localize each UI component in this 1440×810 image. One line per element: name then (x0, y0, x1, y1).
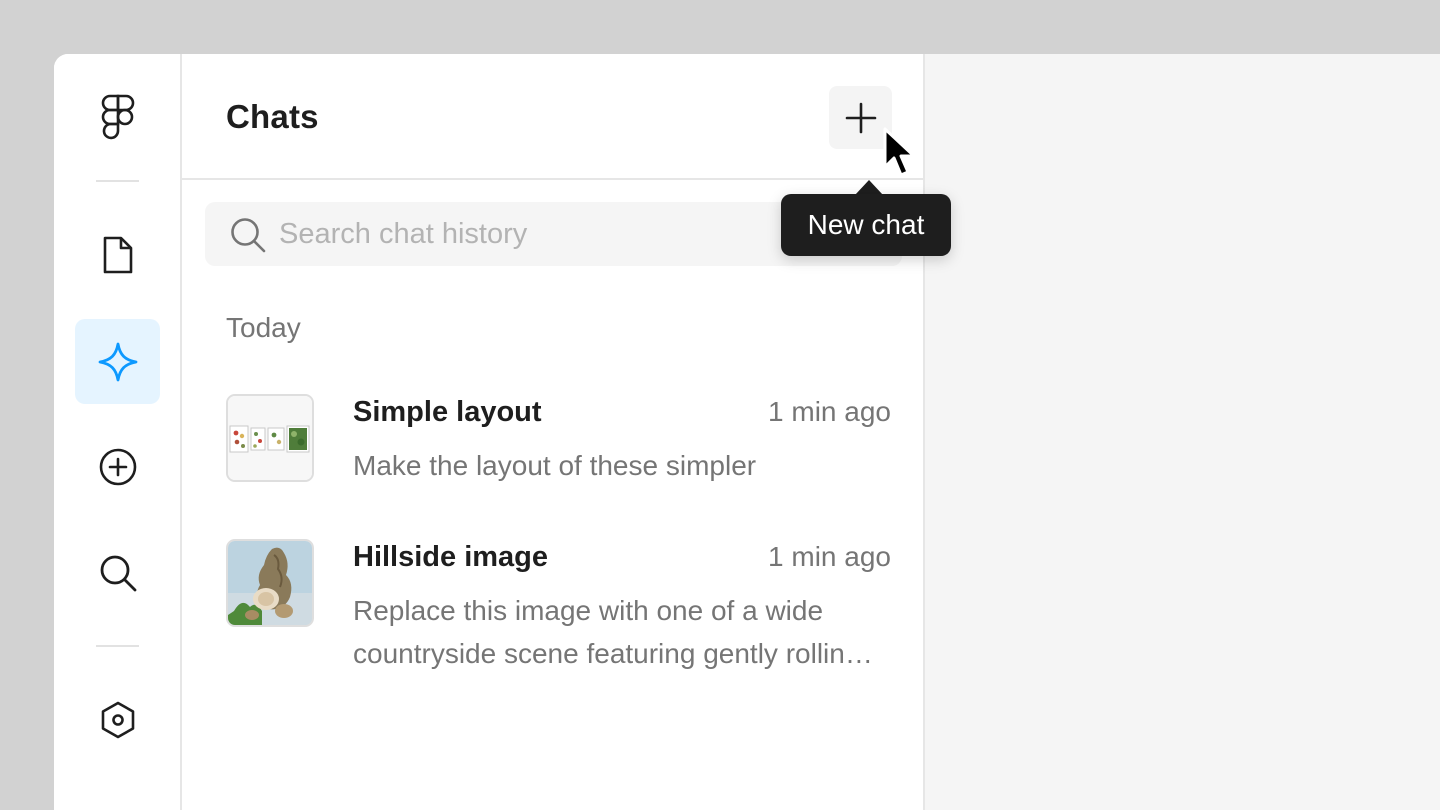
layout-thumbnail (226, 394, 314, 482)
section-label-today: Today (226, 312, 301, 343)
chat-timestamp: 1 min ago (768, 396, 891, 427)
plus-icon (845, 102, 876, 133)
files-button[interactable] (75, 212, 160, 297)
chat-preview: Make the layout of these simpler (353, 450, 757, 481)
image-thumbnail (226, 539, 314, 627)
create-button[interactable] (75, 424, 160, 509)
sparkle-icon (98, 342, 137, 381)
chats-panel: Chats Today (182, 54, 925, 810)
panel-header: Chats (182, 54, 923, 180)
chat-list-item[interactable]: Simple layout 1 min ago Make the layout … (226, 394, 891, 486)
search-icon (100, 555, 136, 591)
figma-logo-icon (101, 94, 134, 139)
figma-logo-button[interactable] (75, 74, 160, 159)
search-input[interactable] (279, 202, 779, 266)
ai-chat-button[interactable] (75, 319, 160, 404)
chat-list-item[interactable]: Hillside image 1 min ago Replace this im… (226, 539, 891, 679)
tooltip-arrow (855, 180, 883, 195)
file-icon (103, 236, 132, 273)
chat-timestamp: 1 min ago (768, 541, 891, 572)
canvas-area[interactable] (925, 54, 1440, 810)
settings-button[interactable] (75, 677, 160, 762)
new-chat-tooltip: New chat (781, 194, 951, 256)
settings-hexagon-icon (101, 701, 134, 738)
mouse-cursor-icon (883, 127, 916, 177)
add-circle-icon (99, 448, 136, 485)
chat-title: Simple layout (353, 396, 542, 428)
search-icon (229, 216, 267, 254)
search-button[interactable] (75, 530, 160, 615)
rail-divider (96, 645, 139, 647)
chat-preview: Replace this image with one of a wide co… (353, 589, 888, 675)
chat-title: Hillside image (353, 541, 549, 573)
page-title: Chats (226, 98, 319, 135)
icon-rail (54, 54, 182, 810)
chat-preview-line: countryside scene featuring gently rolli… (353, 638, 888, 669)
chat-preview-line: Replace this image with one of a wide (353, 595, 824, 626)
rail-divider (96, 180, 139, 182)
